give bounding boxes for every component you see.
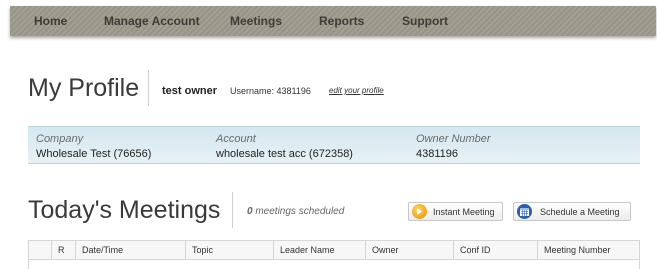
nav-reports[interactable]: Reports xyxy=(319,6,364,36)
username-text: Username: 4381196 xyxy=(230,86,311,96)
profile-title: My Profile xyxy=(28,74,140,102)
owner-number-label: Owner Number xyxy=(416,133,491,145)
company-value: Wholesale Test (76656) xyxy=(36,148,152,160)
col-leader-name[interactable]: Leader Name xyxy=(273,241,365,259)
col-topic[interactable]: Topic xyxy=(185,241,273,259)
meetings-count-suffix: meetings scheduled xyxy=(255,206,345,217)
instant-meeting-button[interactable]: Instant Meeting xyxy=(408,202,503,221)
company-label: Company xyxy=(36,133,84,145)
arrow-circle-icon xyxy=(412,204,427,219)
meetings-title: Today's Meetings xyxy=(28,196,221,224)
nav-manage-account[interactable]: Manage Account xyxy=(104,6,200,36)
instant-meeting-label: Instant Meeting xyxy=(433,207,495,217)
owner-number-value: 4381196 xyxy=(416,148,459,160)
schedule-meeting-button[interactable]: Schedule a Meeting xyxy=(513,202,631,221)
edit-profile-link[interactable]: edit your profile xyxy=(329,86,384,95)
meetings-table-header: R Date/Time Topic Leader Name Owner Conf… xyxy=(28,240,640,260)
col-owner[interactable]: Owner xyxy=(365,241,453,259)
owner-name: test owner xyxy=(162,85,218,97)
account-label: Account xyxy=(216,133,256,145)
top-nav: Home Manage Account Meetings Reports Sup… xyxy=(10,6,656,36)
meetings-count: 0 xyxy=(247,206,253,217)
meetings-count-text: 0 meetings scheduled xyxy=(247,206,344,217)
nav-meetings[interactable]: Meetings xyxy=(230,6,282,36)
title-divider xyxy=(148,70,149,106)
nav-home[interactable]: Home xyxy=(34,6,67,36)
col-date-time[interactable]: Date/Time xyxy=(75,241,185,259)
col-conf-id[interactable]: Conf ID xyxy=(453,241,537,259)
meetings-divider xyxy=(232,192,233,228)
col-select[interactable] xyxy=(29,241,51,259)
col-r[interactable]: R xyxy=(51,241,75,259)
schedule-meeting-label: Schedule a Meeting xyxy=(540,207,620,217)
account-value: wholesale test acc (672358) xyxy=(216,148,353,160)
nav-support[interactable]: Support xyxy=(402,6,448,36)
account-info-panel: Company Wholesale Test (76656) Account w… xyxy=(28,126,640,164)
col-meeting-number[interactable]: Meeting Number xyxy=(537,241,639,259)
calendar-icon xyxy=(517,204,532,219)
meetings-table-body xyxy=(28,260,640,269)
